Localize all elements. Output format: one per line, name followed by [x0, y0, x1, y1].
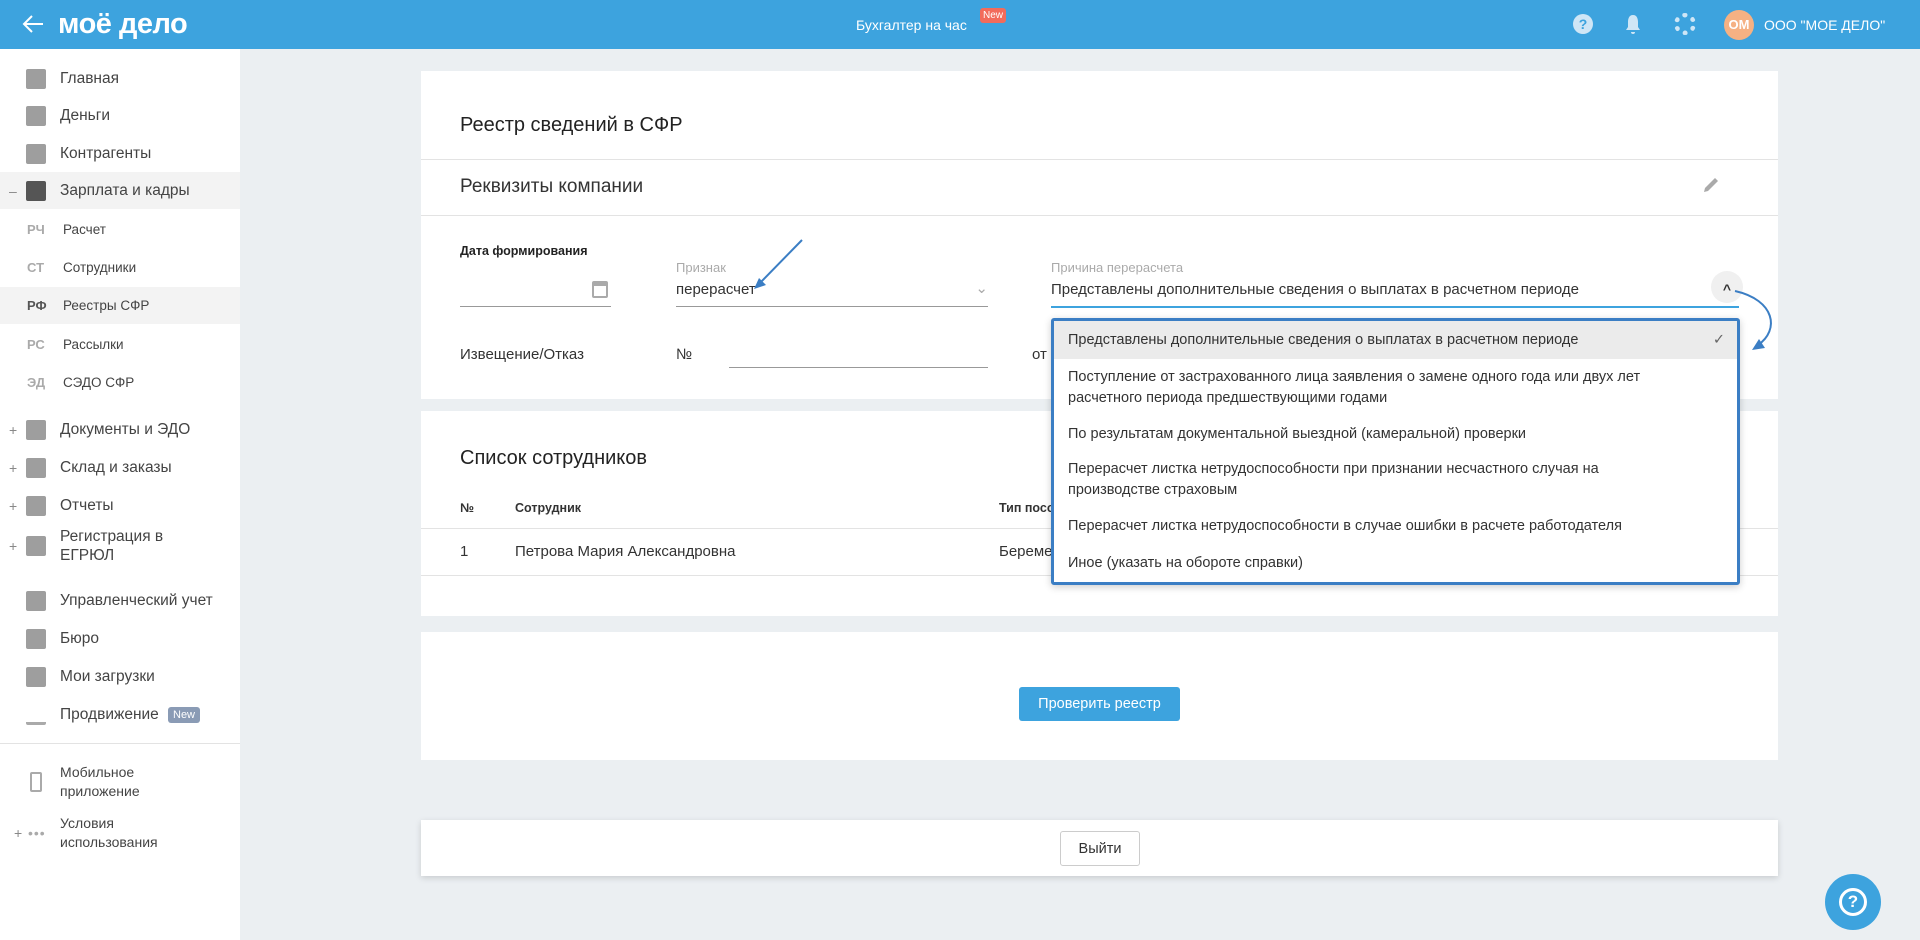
sidebar-subitem-calc[interactable]: РЧ Расчет	[0, 211, 240, 248]
registration-icon	[26, 536, 46, 556]
sidebar-item-reports[interactable]: + Отчеты	[0, 492, 240, 519]
chart-icon	[26, 705, 46, 725]
bell-icon[interactable]	[1624, 13, 1642, 35]
exit-button[interactable]: Выйти	[1060, 831, 1140, 866]
check-registry-button[interactable]: Проверить реестр	[1019, 687, 1180, 721]
sidebar-item-registration[interactable]: + Регистрация в ЕГРЮЛ	[0, 526, 240, 566]
report-icon	[26, 495, 46, 516]
sidebar-subitem-mailings[interactable]: РС Рассылки	[0, 326, 240, 363]
employees-title: Список сотрудников	[460, 447, 648, 469]
reason-label: Причина перерасчета	[1051, 260, 1184, 275]
chevron-down-icon: ⌄	[975, 280, 988, 297]
help-icon[interactable]: ?	[1573, 14, 1593, 34]
sidebar-divider	[0, 743, 240, 744]
back-arrow-icon[interactable]	[22, 14, 44, 34]
dropdown-option[interactable]: По результатам документальной выездной (…	[1054, 415, 1737, 453]
dropdown-option[interactable]: Иное (указать на обороте справки)	[1054, 545, 1737, 581]
sidebar-item-salary[interactable]: – Зарплата и кадры	[0, 172, 240, 209]
new-badge: New	[980, 8, 1007, 23]
sidebar-item-mobile-app[interactable]: Мобильное приложение	[0, 763, 240, 801]
date-label: Дата формирования	[460, 244, 588, 258]
column-employee: Сотрудник	[515, 501, 582, 515]
sidebar-item-warehouse[interactable]: + Склад и заказы	[0, 454, 240, 481]
logo[interactable]: моё дело	[58, 8, 188, 41]
sign-label: Признак	[676, 260, 726, 275]
help-fab[interactable]: ?	[1825, 874, 1881, 930]
contractor-icon	[26, 143, 46, 164]
gear-icon[interactable]	[1674, 13, 1696, 35]
accountant-link[interactable]: Бухгалтер на час	[856, 17, 967, 33]
phone-icon	[30, 772, 42, 792]
reason-dropdown: Представлены дополнительные сведения о в…	[1051, 318, 1740, 585]
calendar-icon[interactable]	[592, 281, 608, 298]
chevron-up-icon[interactable]: ^	[1711, 271, 1743, 303]
wallet-icon	[26, 180, 46, 201]
checkmark-icon: ✓	[1712, 331, 1725, 348]
folder-icon	[26, 666, 46, 687]
top-bar: моё дело Бухгалтер на час New ? ОМ ООО "…	[0, 0, 1920, 49]
dropdown-option[interactable]: Перерасчет листка нетрудоспособности в с…	[1054, 507, 1737, 545]
sidebar-item-management[interactable]: Управленческий учет	[0, 587, 240, 614]
dropdown-option[interactable]: Перерасчет листка нетрудоспособности при…	[1054, 455, 1737, 505]
number-label: №	[676, 346, 693, 363]
folder-icon	[26, 419, 46, 440]
sidebar-subitem-sfr-registries[interactable]: РФ Реестры СФР	[0, 287, 240, 324]
sidebar-item-home[interactable]: Главная	[0, 65, 240, 92]
sidebar-subitem-sedo[interactable]: ЭД СЭДО СФР	[0, 364, 240, 401]
management-icon	[26, 590, 46, 611]
sidebar-item-bureau[interactable]: Бюро	[0, 625, 240, 652]
money-icon	[26, 105, 46, 126]
more-icon: •••	[28, 825, 46, 841]
footer-bar: Выйти	[421, 820, 1778, 876]
sidebar-item-terms[interactable]: + ••• Условия использования	[0, 814, 240, 852]
date-input[interactable]	[460, 276, 611, 306]
company-name[interactable]: ООО "МОЕ ДЕЛО"	[1764, 17, 1885, 33]
reason-select[interactable]: Представлены дополнительные сведения о в…	[1051, 281, 1701, 298]
notice-label: Извещение/Отказ	[460, 346, 584, 363]
sidebar-subitem-employees[interactable]: СТ Сотрудники	[0, 249, 240, 286]
column-type: Тип посо	[999, 501, 1055, 515]
warehouse-icon	[26, 457, 46, 478]
briefcase-icon	[26, 628, 46, 649]
sign-select[interactable]: перерасчет ⌄	[676, 280, 988, 298]
page-title: Реестр сведений в СФР	[460, 114, 683, 136]
edit-pencil-icon[interactable]	[1701, 175, 1721, 195]
new-badge: New	[168, 706, 201, 723]
sidebar-item-downloads[interactable]: Мои загрузки	[0, 663, 240, 690]
sidebar-item-promotion[interactable]: Продвижение New	[0, 701, 240, 728]
sidebar-item-documents[interactable]: + Документы и ЭДО	[0, 416, 240, 443]
home-icon	[26, 68, 46, 89]
avatar[interactable]: ОМ	[1724, 10, 1754, 40]
sidebar-item-contractors[interactable]: Контрагенты	[0, 140, 240, 167]
from-label: от	[1032, 346, 1047, 363]
question-icon: ?	[1839, 888, 1867, 916]
column-number: №	[460, 501, 474, 515]
actions-card: Проверить реестр	[421, 632, 1778, 760]
sidebar-item-money[interactable]: Деньги	[0, 102, 240, 129]
dropdown-option[interactable]: Представлены дополнительные сведения о в…	[1054, 321, 1737, 359]
dropdown-option[interactable]: Поступление от застрахованного лица заяв…	[1054, 363, 1737, 413]
number-input[interactable]	[729, 367, 988, 368]
requisites-heading[interactable]: Реквизиты компании	[460, 176, 643, 198]
sidebar: Главная Деньги Контрагенты – Зарплата и к…	[0, 49, 240, 940]
